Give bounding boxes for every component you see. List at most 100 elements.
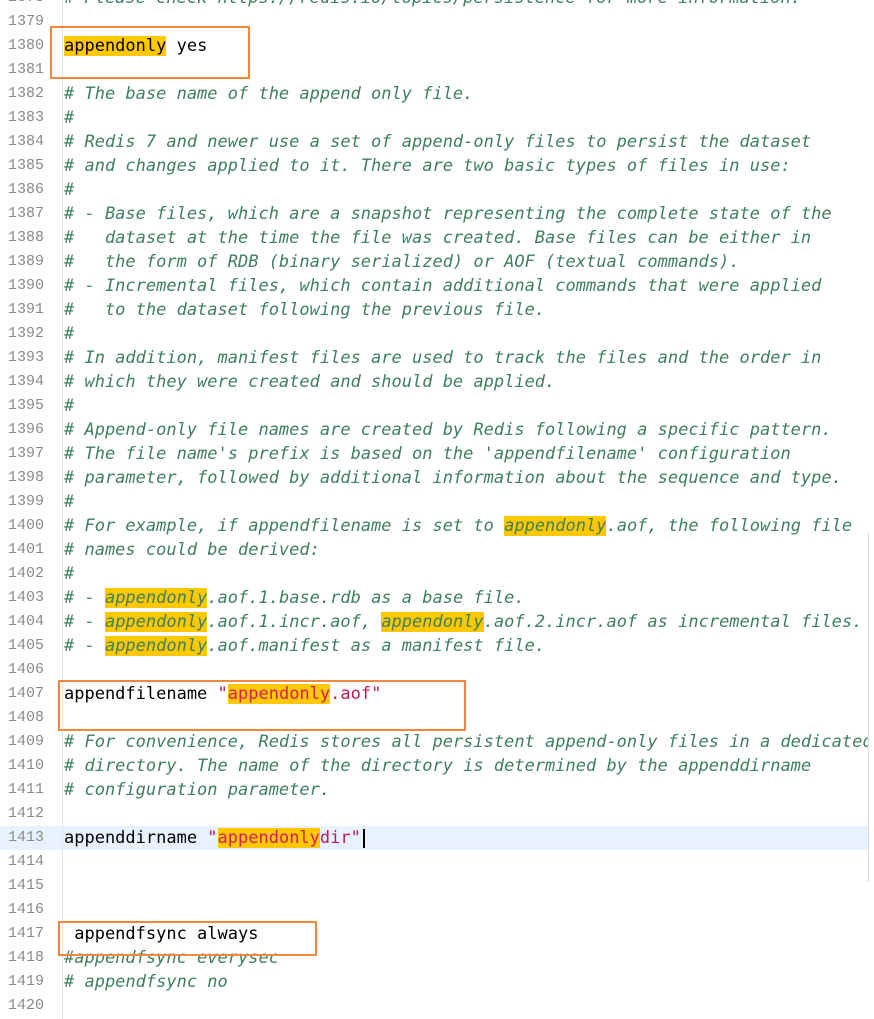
- comment-text: # configuration parameter.: [64, 780, 331, 800]
- code-line[interactable]: 1420: [0, 994, 874, 1018]
- code-line[interactable]: 1408: [0, 706, 874, 730]
- comment-text: # -: [64, 636, 105, 656]
- code-line[interactable]: 1386 #: [0, 178, 874, 202]
- line-content: #: [64, 178, 74, 202]
- string-value: .aof: [330, 684, 372, 704]
- line-number: 1391: [8, 301, 45, 318]
- line-number: 1378: [0, 0, 60, 10]
- line-number: 1409: [8, 733, 45, 750]
- code-line[interactable]: 1381: [0, 58, 874, 82]
- line-number: 1379: [8, 13, 45, 30]
- line-number: 1383: [8, 109, 45, 126]
- code-line[interactable]: 1380 appendonly yes: [0, 34, 874, 58]
- line-number: 1411: [8, 781, 45, 798]
- comment-text: # Append-only file names are created by …: [64, 420, 832, 440]
- code-line[interactable]: 1384 # Redis 7 and newer use a set of app…: [0, 130, 874, 154]
- comment-text: # The file name's prefix is based on the…: [64, 444, 791, 464]
- code-line[interactable]: 1414: [0, 850, 874, 874]
- code-line[interactable]: 1400 # For example, if appendfilename is …: [0, 514, 874, 538]
- code-line[interactable]: 1397 # The file name's prefix is based on…: [0, 442, 874, 466]
- line-content: # names could be derived:: [64, 538, 320, 562]
- line-number: 1387: [8, 205, 45, 222]
- line-number: 1395: [8, 397, 45, 414]
- comment-text: # names could be derived:: [64, 540, 320, 560]
- search-match: appendonly: [227, 684, 331, 704]
- code-line[interactable]: 1398 # parameter, followed by additional …: [0, 466, 874, 490]
- comment-text: #: [64, 108, 75, 128]
- code-line[interactable]: 1419 # appendfsync no: [0, 970, 874, 994]
- line-number: 1408: [8, 709, 45, 726]
- line-number: 1400: [8, 517, 45, 534]
- line-content: # - Incremental files, which contain add…: [64, 274, 821, 298]
- code-line[interactable]: 1393 # In addition, manifest files are us…: [0, 346, 874, 370]
- code-line[interactable]: 1401 # names could be derived:: [0, 538, 874, 562]
- line-number: 1396: [8, 421, 45, 438]
- setting-text: appendfsync always: [64, 924, 259, 944]
- code-line[interactable]: 1395 #: [0, 394, 874, 418]
- code-line[interactable]: 1391 # to the dataset following the previ…: [0, 298, 874, 322]
- line-number: 1398: [8, 469, 45, 486]
- line-content: # - Base files, which are a snapshot rep…: [64, 202, 832, 226]
- code-line[interactable]: 1378 # Please check https://redis.io/topi…: [0, 0, 874, 10]
- line-content: # The file name's prefix is based on the…: [64, 442, 791, 466]
- line-number: 1392: [8, 325, 45, 342]
- comment-text: # to the dataset following the previous …: [64, 300, 546, 320]
- search-match: appendonly: [104, 636, 208, 656]
- code-line[interactable]: 1404 # - appendonly.aof.1.incr.aof, appen…: [0, 610, 874, 634]
- code-line[interactable]: 1410 # directory. The name of the directo…: [0, 754, 874, 778]
- comment-text: .aof.manifest as a manifest file.: [207, 636, 546, 656]
- comment-text: # appendfsync no: [64, 972, 228, 992]
- code-line[interactable]: 1396 # Append-only file names are created…: [0, 418, 874, 442]
- code-line[interactable]: 1407 appendfilename "appendonly.aof": [0, 682, 874, 706]
- code-line[interactable]: 1392 #: [0, 322, 874, 346]
- side-panel-edge: [868, 532, 874, 882]
- code-line[interactable]: 1412: [0, 802, 874, 826]
- code-line[interactable]: 1415: [0, 874, 874, 898]
- code-line[interactable]: 1388 # dataset at the time the file was c…: [0, 226, 874, 250]
- search-match: appendonly: [381, 612, 484, 632]
- code-editor[interactable]: 1378 # Please check https://redis.io/topi…: [0, 0, 874, 1018]
- code-line[interactable]: 1379: [0, 10, 874, 34]
- code-line[interactable]: 1394 # which they were created and should…: [0, 370, 874, 394]
- comment-text: # For example, if appendfilename is set …: [64, 516, 505, 536]
- code-line[interactable]: 1382 # The base name of the append only f…: [0, 82, 874, 106]
- code-line[interactable]: 1416: [0, 898, 874, 922]
- comment-text: # - Incremental files, which contain add…: [64, 276, 822, 296]
- comment-text: #appendfsync everysec: [64, 948, 279, 968]
- code-line[interactable]: 1403 # - appendonly.aof.1.base.rdb as a b…: [0, 586, 874, 610]
- line-content: # For convenience, Redis stores all pers…: [64, 730, 873, 754]
- code-line[interactable]: 1385 # and changes applied to it. There a…: [0, 154, 874, 178]
- search-match: appendonly: [64, 36, 167, 56]
- comment-text: .aof.1.incr.aof,: [207, 612, 382, 632]
- search-match: appendonly: [504, 516, 607, 536]
- code-line[interactable]: 1399 #: [0, 490, 874, 514]
- line-content: #: [64, 562, 74, 586]
- code-line[interactable]: 1418 #appendfsync everysec: [0, 946, 874, 970]
- line-number: 1404: [8, 613, 45, 630]
- string-quote: ": [350, 828, 361, 848]
- line-content: # dataset at the time the file was creat…: [64, 226, 811, 250]
- string-quote: ": [371, 684, 382, 704]
- code-line[interactable]: 1390 # - Incremental files, which contain…: [0, 274, 874, 298]
- code-line[interactable]: 1413 appenddirname "appendonlydir": [0, 826, 874, 850]
- code-line[interactable]: 1417 appendfsync always: [0, 922, 874, 946]
- comment-text: # - Base files, which are a snapshot rep…: [64, 204, 832, 224]
- line-content: # Please check https://redis.io/topics/p…: [64, 0, 801, 10]
- code-line[interactable]: 1402 #: [0, 562, 874, 586]
- line-content: appenddirname "appendonlydir": [64, 826, 365, 850]
- line-content: # Append-only file names are created by …: [64, 418, 832, 442]
- comment-text: # The base name of the append only file.: [64, 84, 474, 104]
- code-line[interactable]: 1409 # For convenience, Redis stores all …: [0, 730, 874, 754]
- line-number: 1407: [8, 685, 45, 702]
- code-line[interactable]: 1383 #: [0, 106, 874, 130]
- code-line[interactable]: 1389 # the form of RDB (binary serialized…: [0, 250, 874, 274]
- comment-text: .aof, the following file: [606, 516, 853, 536]
- code-line[interactable]: 1411 # configuration parameter.: [0, 778, 874, 802]
- line-number: 1390: [8, 277, 45, 294]
- code-line[interactable]: 1387 # - Base files, which are a snapshot…: [0, 202, 874, 226]
- comment-text: #: [64, 492, 75, 512]
- code-line[interactable]: 1406: [0, 658, 874, 682]
- line-number: 1416: [8, 901, 45, 918]
- comment-text: # parameter, followed by additional info…: [64, 468, 842, 488]
- code-line[interactable]: 1405 # - appendonly.aof.manifest as a man…: [0, 634, 874, 658]
